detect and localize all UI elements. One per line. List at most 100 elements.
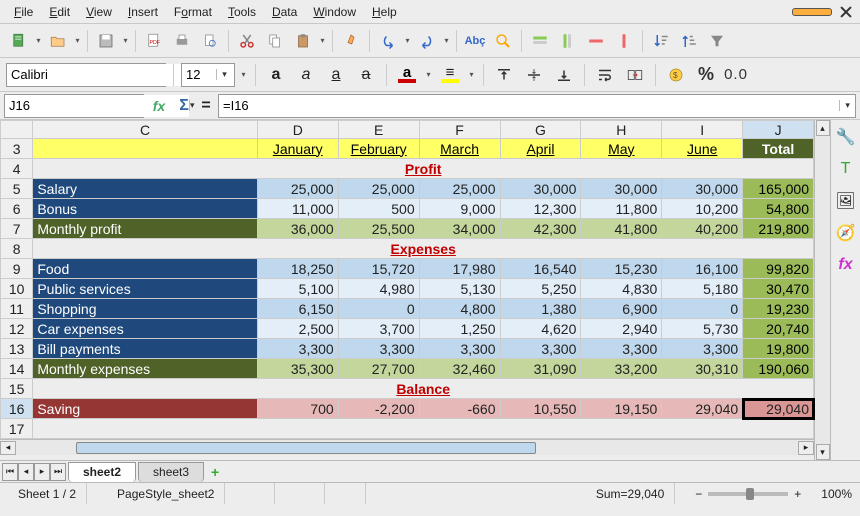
autofilter-button[interactable]: [704, 28, 730, 54]
selected-cell[interactable]: 29,040: [743, 399, 814, 419]
align-top-button[interactable]: [491, 62, 517, 88]
highlight-dropdown[interactable]: ▾: [467, 70, 476, 79]
col-i[interactable]: I: [662, 121, 743, 139]
copy-button[interactable]: [262, 28, 288, 54]
delete-col-button[interactable]: [611, 28, 637, 54]
properties-icon[interactable]: 🔧: [835, 126, 857, 148]
open-button[interactable]: [45, 28, 71, 54]
spreadsheet-grid[interactable]: C D E F G H I J 3 JanuaryFebruaryMarchAp…: [0, 120, 814, 460]
print-button[interactable]: [169, 28, 195, 54]
scroll-right-button[interactable]: ▸: [798, 441, 814, 455]
insert-row-button[interactable]: [527, 28, 553, 54]
tab-sheet2[interactable]: sheet2: [68, 462, 136, 482]
number-format-button[interactable]: 0.0: [723, 62, 749, 88]
col-h[interactable]: H: [581, 121, 662, 139]
status-insert-mode[interactable]: [245, 483, 275, 504]
font-name-input[interactable]: [7, 64, 191, 86]
open-dropdown[interactable]: ▾: [73, 36, 82, 45]
font-size-combo[interactable]: ▾: [181, 63, 235, 87]
cut-button[interactable]: [234, 28, 260, 54]
merge-cells-button[interactable]: [622, 62, 648, 88]
menu-edit[interactable]: Edit: [41, 2, 78, 22]
col-f[interactable]: F: [419, 121, 500, 139]
undo-dropdown[interactable]: ▾: [403, 36, 412, 45]
align-bottom-button[interactable]: [551, 62, 577, 88]
tab-prev-button[interactable]: ◂: [18, 463, 34, 481]
sort-asc-button[interactable]: [648, 28, 674, 54]
redo-dropdown[interactable]: ▾: [442, 36, 451, 45]
undo-button[interactable]: [375, 28, 401, 54]
tab-first-button[interactable]: ⏮: [2, 463, 18, 481]
close-document-button[interactable]: [838, 4, 854, 20]
vertical-scrollbar[interactable]: ▴ ▾: [814, 120, 830, 460]
formula-equals-button[interactable]: =: [198, 97, 214, 115]
save-dropdown[interactable]: ▾: [121, 36, 130, 45]
save-button[interactable]: [93, 28, 119, 54]
new-doc-button[interactable]: [6, 28, 32, 54]
tab-last-button[interactable]: ⏭: [50, 463, 66, 481]
zoom-value[interactable]: 100%: [821, 487, 852, 501]
name-box[interactable]: ▾: [4, 94, 144, 118]
underline-button[interactable]: a: [323, 62, 349, 88]
col-j[interactable]: J: [743, 121, 814, 139]
h-scroll-thumb[interactable]: [76, 442, 536, 454]
menu-file[interactable]: File: [6, 2, 41, 22]
navigator-icon[interactable]: 🧭: [835, 222, 857, 244]
col-d[interactable]: D: [257, 121, 338, 139]
autospell-button[interactable]: [490, 28, 516, 54]
status-sum[interactable]: Sum=29,040: [386, 483, 675, 504]
font-size-dropdown[interactable]: ▾: [239, 70, 248, 79]
insert-col-button[interactable]: [555, 28, 581, 54]
font-color-dropdown[interactable]: ▾: [424, 70, 433, 79]
col-g[interactable]: G: [500, 121, 581, 139]
styles-icon[interactable]: T: [835, 158, 857, 180]
paste-button[interactable]: [290, 28, 316, 54]
functions-icon[interactable]: fx: [835, 254, 857, 276]
tab-next-button[interactable]: ▸: [34, 463, 50, 481]
menu-help[interactable]: Help: [364, 2, 405, 22]
sort-desc-button[interactable]: [676, 28, 702, 54]
highlight-button[interactable]: ≡: [437, 62, 463, 88]
status-pagestyle[interactable]: PageStyle_sheet2: [107, 483, 225, 504]
zoom-in-icon[interactable]: +: [794, 487, 801, 501]
font-name-combo[interactable]: ▾: [6, 63, 166, 87]
wrap-text-button[interactable]: [592, 62, 618, 88]
zoom-knob[interactable]: [746, 488, 754, 500]
delete-row-button[interactable]: [583, 28, 609, 54]
zoom-slider[interactable]: − +: [695, 487, 801, 501]
tab-sheet3[interactable]: sheet3: [138, 462, 204, 482]
font-size-input[interactable]: [182, 64, 216, 86]
col-c[interactable]: C: [33, 121, 257, 139]
corner-cell[interactable]: [1, 121, 33, 139]
gallery-icon[interactable]: 🖼: [835, 190, 857, 212]
currency-button[interactable]: $: [663, 62, 689, 88]
export-pdf-button[interactable]: PDF: [141, 28, 167, 54]
formula-input[interactable]: [219, 95, 839, 117]
scroll-up-button[interactable]: ▴: [816, 120, 830, 136]
status-selection-mode[interactable]: [295, 483, 325, 504]
bold-button[interactable]: a: [263, 62, 289, 88]
strike-button[interactable]: a: [353, 62, 379, 88]
paste-dropdown[interactable]: ▾: [318, 36, 327, 45]
add-sheet-button[interactable]: +: [204, 464, 226, 480]
new-doc-dropdown[interactable]: ▾: [34, 36, 43, 45]
status-signature[interactable]: [345, 483, 366, 504]
clone-format-button[interactable]: [338, 28, 364, 54]
align-vcenter-button[interactable]: [521, 62, 547, 88]
print-preview-button[interactable]: [197, 28, 223, 54]
menu-tools[interactable]: Tools: [220, 2, 264, 22]
menu-insert[interactable]: Insert: [120, 2, 166, 22]
horizontal-scrollbar[interactable]: ◂ ▸: [0, 439, 814, 455]
function-wizard-button[interactable]: fx: [148, 98, 170, 114]
scroll-left-button[interactable]: ◂: [0, 441, 16, 455]
zoom-out-icon[interactable]: −: [695, 487, 702, 501]
spellcheck-button[interactable]: Abç: [462, 28, 488, 54]
formula-input-box[interactable]: ▾: [218, 94, 856, 118]
sum-button[interactable]: Σ: [174, 97, 194, 115]
menu-window[interactable]: Window: [305, 2, 364, 22]
menu-data[interactable]: Data: [264, 2, 305, 22]
redo-button[interactable]: [414, 28, 440, 54]
menu-view[interactable]: View: [78, 2, 120, 22]
scroll-down-button[interactable]: ▾: [816, 444, 830, 460]
percent-button[interactable]: %: [693, 62, 719, 88]
